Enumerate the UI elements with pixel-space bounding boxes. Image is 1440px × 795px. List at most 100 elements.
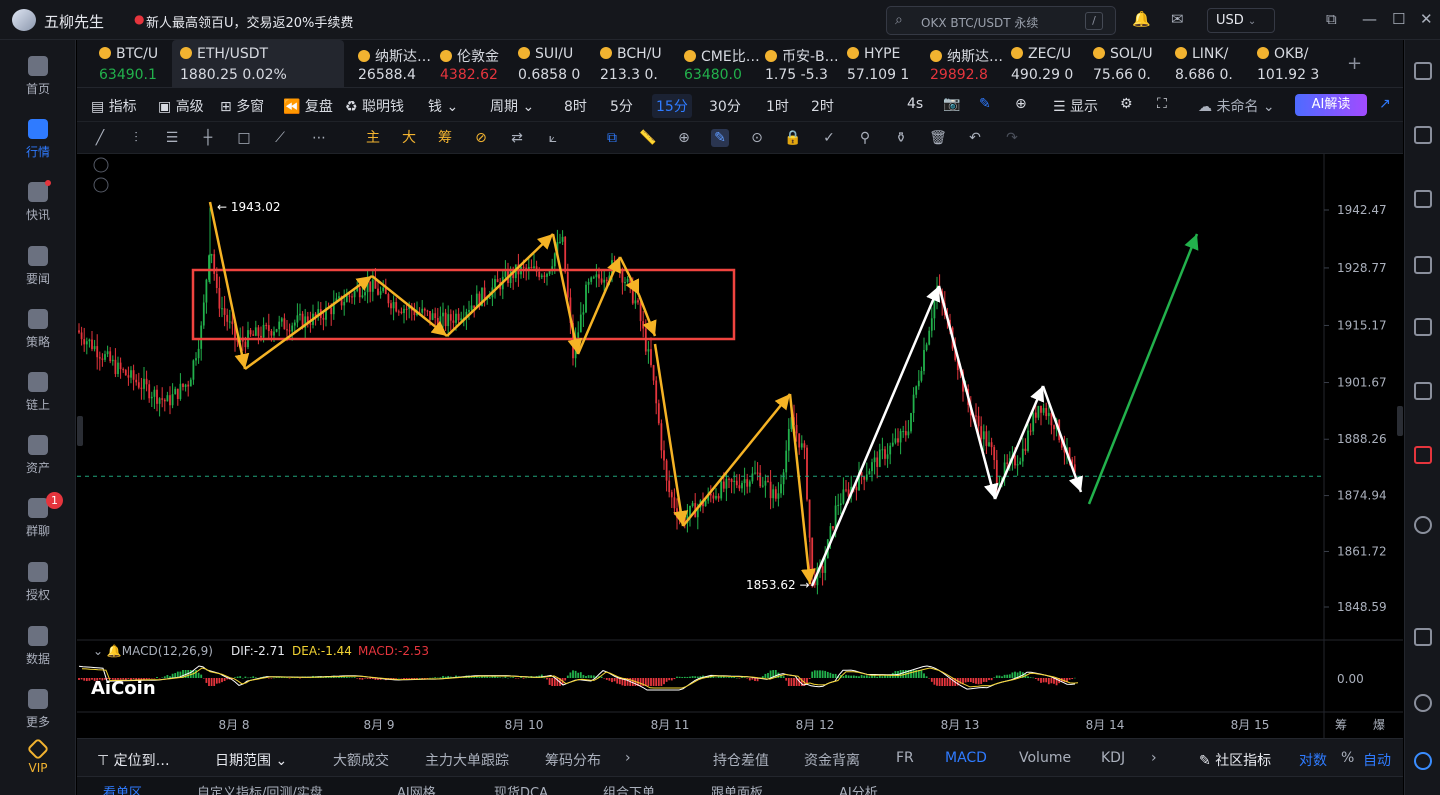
tab-position-diff[interactable]: 持仓差值 [713,750,769,770]
robot-icon[interactable] [1414,446,1432,464]
interval-30m[interactable]: 30分 [709,96,741,116]
dollar-icon[interactable] [1414,190,1432,208]
bottom-panel-tab[interactable]: 现货DCA [494,782,548,795]
refresh-rate[interactable]: 4s [907,96,923,112]
add-ticker-icon[interactable]: + [1347,53,1362,74]
ruler-tool-icon[interactable]: 📏 [639,129,657,147]
ticker-tab[interactable]: OKB/101.92 3 [1257,40,1335,88]
orderbook-icon[interactable] [1414,126,1432,144]
nav-item-8[interactable]: 授权 [0,554,76,614]
interval-8h[interactable]: 8时 [564,96,587,116]
ai-analysis-button[interactable]: AI解读 [1295,94,1367,116]
share-icon[interactable]: ↗ [1379,96,1391,112]
horizontal-lines-tool-icon[interactable]: ☰ [163,129,181,147]
layout-name-dropdown[interactable]: ☁ 未命名 ⌄ [1198,96,1275,116]
tab-chip-distribution[interactable]: 筹码分布 [545,750,601,770]
layout-icon[interactable] [1414,62,1432,80]
pen-mode-icon[interactable]: ✎ [711,129,729,147]
main-chip-button[interactable]: 主 [364,129,382,147]
camera-icon[interactable]: 📷 [943,96,960,112]
ticker-tab[interactable]: BCH/U 213.3 0. [600,40,678,88]
maximize-icon[interactable]: ☐ [1392,10,1405,28]
currency-select[interactable]: USD ⌄ [1207,8,1275,33]
community-indicators-button[interactable]: ✎ 社区指标 [1199,750,1271,770]
mail-icon[interactable]: ✉ [1171,10,1184,28]
replay-button[interactable]: ⏪ 复盘 [283,96,333,116]
brush-tool-icon[interactable]: ⟋ [271,129,289,147]
nav-item-0[interactable]: 首页 [0,48,76,108]
headset-icon[interactable] [1414,694,1432,712]
lock-icon[interactable]: 🔒 [784,129,802,147]
split-icon[interactable] [1414,628,1432,646]
hide-drawings-icon[interactable]: ⊙ [748,129,766,147]
ticker-tab[interactable]: BTC/U 63490.1 [99,40,169,88]
ticker-tab[interactable]: 纳斯达… 29892.8 [930,40,1008,88]
measure-tool-icon[interactable]: ⟀ [544,129,562,147]
undo-icon[interactable]: ↶ [966,129,984,147]
sync-tool-icon[interactable]: ⇄ [508,129,526,147]
ticker-tab[interactable]: ZEC/U 490.29 0 [1011,40,1089,88]
rectangle-tool-icon[interactable]: □ [235,129,253,147]
assistant-icon[interactable] [1414,752,1432,770]
bottom-panel-tab[interactable]: 跟单面板 [711,782,763,795]
horizontal-line-tool-icon[interactable]: ┼ [199,129,217,147]
chevron-right-icon[interactable]: › [625,750,631,766]
tab-kdj[interactable]: KDJ [1101,750,1125,766]
more-tools-icon[interactable]: ⋯ [310,129,328,147]
minimize-icon[interactable]: — [1362,10,1377,28]
tab-macd[interactable]: MACD [945,750,987,766]
nav-item-3[interactable]: 要闻 [0,238,76,298]
interval-5m[interactable]: 5分 [610,96,633,116]
nav-item-11[interactable]: VIP [0,733,76,793]
filter-icon[interactable]: ⚱ [892,129,910,147]
nav-item-5[interactable]: 链上 [0,364,76,424]
promo-banner[interactable]: 新人最高领百U，交易返20%手续费 [146,12,353,31]
chevron-right-icon-2[interactable]: › [1151,750,1157,766]
auto-scale-toggle[interactable]: 自动 [1363,750,1391,770]
popout-icon[interactable]: ⧉ [1326,10,1337,28]
percent-scale-toggle[interactable]: % [1341,750,1354,766]
ticker-tab[interactable]: HYPE 57.109 1 [847,40,925,88]
tab-volume[interactable]: Volume [1019,750,1071,766]
monitor-icon[interactable] [1414,318,1432,336]
zoom-tool-icon[interactable]: ⊕ [675,129,693,147]
chart-canvas[interactable]: 1942.47 1928.77 1915.17 1901.67 1888.26 1874.… [77,154,1403,738]
trend-line-tool-icon[interactable]: ╱ [91,129,109,147]
tab-main-order-tracking[interactable]: 主力大单跟踪 [425,750,509,770]
locate-button[interactable]: ⊤ 定位到… [97,750,170,770]
big-order-button[interactable]: 大 [400,129,418,147]
nav-item-2[interactable]: 快讯 [0,174,76,234]
nav-item-1[interactable]: 行情 [0,111,76,171]
nav-item-9[interactable]: 数据 [0,618,76,678]
indicators-button[interactable]: ▤ 指标 [91,96,137,116]
ticker-tab[interactable]: 伦敦金 4382.62 [440,40,514,88]
close-icon[interactable]: ✕ [1420,10,1433,28]
tab-large-trades[interactable]: 大额成交 [333,750,389,770]
nav-item-6[interactable]: 资产 [0,427,76,487]
add-window-icon[interactable]: ⊕ [1015,96,1027,112]
fullscreen-icon[interactable]: ⛶ [1157,96,1167,112]
search-input[interactable]: ⌕ OKX BTC/USDT 永续 / [886,6,1116,35]
smart-money-button[interactable]: ♻ 聪明钱 [345,96,404,116]
currency-unit-icon[interactable]: 钱 ⌄ [428,96,458,116]
chips-button[interactable]: 筹 [436,129,454,147]
bottom-panel-tab[interactable]: AI网格 [397,782,436,795]
etf-icon[interactable] [1414,382,1432,400]
ticker-tab[interactable]: CME比… 63480.0 [684,40,762,88]
ratio-tool-icon[interactable]: ⊘ [472,129,490,147]
magnet-icon[interactable]: ⚲ [856,129,874,147]
advanced-button[interactable]: ▣ 高级 [158,96,204,116]
interval-1h[interactable]: 1时 [766,96,789,116]
trash-icon[interactable]: 🗑 [929,129,947,147]
ticker-tab[interactable]: 币安-B… 1.75 -5.3 [765,40,843,88]
period-dropdown[interactable]: 周期 ⌄ [490,96,534,116]
ticker-tab[interactable]: 纳斯达… 26588.4 [358,40,436,88]
bell-icon[interactable]: 🔔 [1132,10,1151,28]
bottom-panel-tab[interactable]: AI分析 [839,782,878,795]
bottom-panel-tab[interactable]: 看单区 [103,782,142,795]
interval-15m[interactable]: 15分 [652,94,692,118]
nav-item-10[interactable]: 更多 [0,681,76,741]
bottom-panel-tab[interactable]: 组合下单 [603,782,655,795]
ticker-tab[interactable]: SOL/U 75.66 0. [1093,40,1171,88]
ticker-tab[interactable]: SUI/U 0.6858 0 [518,40,596,88]
